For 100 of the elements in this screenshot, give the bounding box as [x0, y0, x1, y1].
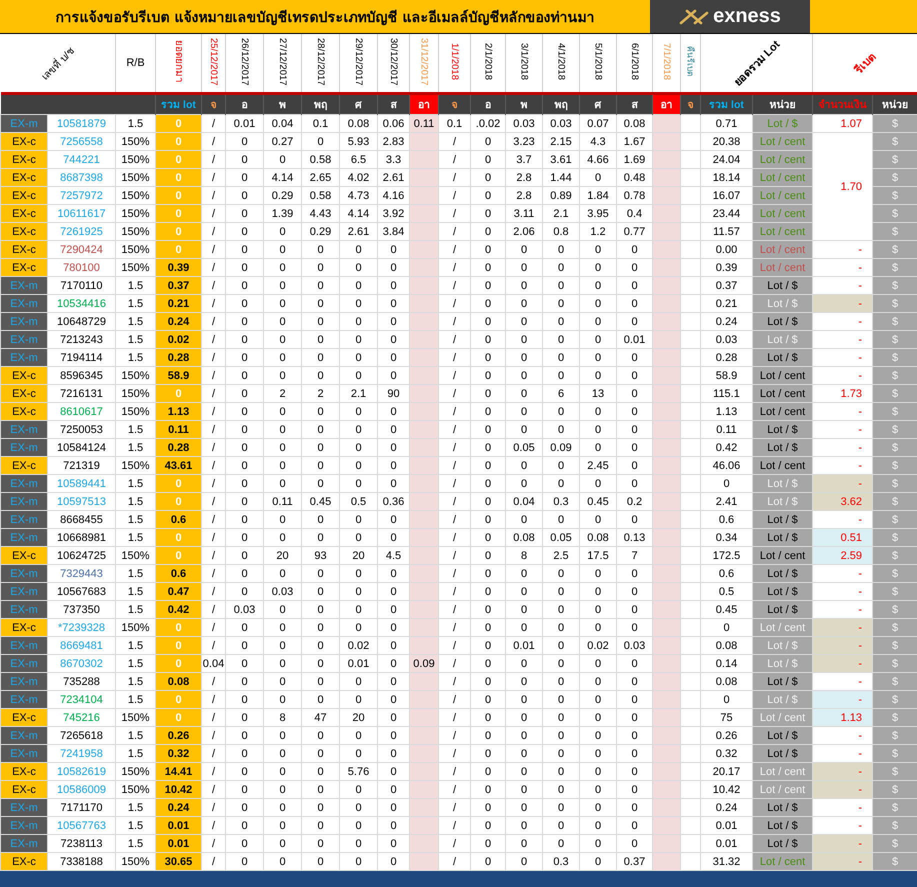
table-cell: 0: [580, 672, 616, 690]
currency-cell: $: [872, 492, 917, 510]
table-cell: 0: [226, 438, 264, 456]
table-cell: /: [202, 114, 226, 132]
table-cell: /: [438, 438, 470, 456]
table-cell: 5.93: [340, 132, 378, 150]
table-cell: 0.03: [506, 114, 542, 132]
currency-cell: $: [872, 114, 917, 132]
table-cell: [410, 222, 438, 240]
table-cell: [410, 582, 438, 600]
table-cell: [410, 690, 438, 708]
account-type-cell: EX-m: [0, 564, 48, 582]
table-cell: 0: [470, 636, 506, 654]
table-cell: 4.43: [302, 204, 340, 222]
table-cell: 2.5: [542, 546, 580, 564]
table-cell: 0.02: [340, 636, 378, 654]
table-cell: 0: [264, 474, 302, 492]
table-cell: 0: [580, 708, 616, 726]
account-type-cell: EX-m: [0, 816, 48, 834]
carried-lot-cell: 10.42: [156, 780, 202, 798]
account-number-cell: 7256558: [48, 132, 116, 150]
table-cell: 0: [226, 510, 264, 528]
table-cell: [680, 474, 700, 492]
currency-cell: $: [872, 312, 917, 330]
currency-cell: $: [872, 528, 917, 546]
currency-cell: $: [872, 186, 917, 204]
table-cell: /: [202, 420, 226, 438]
table-cell: 0: [470, 312, 506, 330]
account-type-cell: EX-m: [0, 312, 48, 330]
date-header: 31/12/2017: [418, 38, 430, 86]
table-cell: 3.7: [506, 150, 542, 168]
table-cell: 0: [226, 780, 264, 798]
table-cell: 0: [226, 762, 264, 780]
table-cell: 0.03: [264, 582, 302, 600]
currency-cell: $: [872, 816, 917, 834]
table-cell: [652, 132, 680, 150]
account-type-cell: EX-c: [0, 132, 48, 150]
table-cell: 0: [506, 474, 542, 492]
table-cell: /: [202, 798, 226, 816]
table-cell: 0: [226, 546, 264, 564]
table-cell: 0: [580, 366, 616, 384]
unit-cell: Lot / $: [752, 348, 813, 366]
table-cell: 0: [264, 600, 302, 618]
table-cell: [410, 294, 438, 312]
currency-cell: $: [872, 384, 917, 402]
table-cell: 0: [542, 636, 580, 654]
table-cell: 0: [470, 600, 506, 618]
table-cell: 0: [340, 798, 378, 816]
table-cell: 0: [302, 348, 340, 366]
table-cell: [652, 852, 680, 870]
account-type-cell: EX-m: [0, 798, 48, 816]
table-cell: /: [438, 690, 470, 708]
table-cell: /: [438, 276, 470, 294]
table-cell: 0: [470, 510, 506, 528]
table-cell: .0.02: [470, 114, 506, 132]
table-cell: [680, 114, 700, 132]
currency-cell: $: [872, 330, 917, 348]
rebate-amount-cell: -: [812, 510, 873, 528]
table-cell: /: [202, 132, 226, 150]
table-cell: /: [202, 780, 226, 798]
table-cell: [410, 366, 438, 384]
table-cell: 0: [264, 636, 302, 654]
table-cell: [410, 744, 438, 762]
table-cell: 0: [580, 834, 616, 852]
table-cell: 0: [302, 762, 340, 780]
table-cell: 0: [470, 258, 506, 276]
account-number-cell: 8596345: [48, 366, 116, 384]
account-type-cell: EX-c: [0, 456, 48, 474]
column-header: ยอดยกมา: [172, 40, 185, 83]
carried-lot-cell: 0.01: [156, 834, 202, 852]
table-cell: /: [438, 708, 470, 726]
rebate-amount-cell: -: [812, 294, 873, 312]
table-cell: [652, 528, 680, 546]
table-cell: 0: [506, 366, 542, 384]
table-cell: /: [202, 672, 226, 690]
table-cell: 0: [226, 402, 264, 420]
table-cell: 0: [340, 528, 378, 546]
account-number-cell: 7265618: [48, 726, 116, 744]
table-cell: 0: [542, 798, 580, 816]
carried-lot-cell: 0: [156, 168, 202, 186]
table-cell: 0: [542, 744, 580, 762]
table-cell: [652, 186, 680, 204]
table-cell: 0: [340, 312, 378, 330]
table-cell: [680, 276, 700, 294]
date-header: 27/12/2017: [277, 38, 288, 86]
table-cell: 0: [580, 402, 616, 420]
unit-cell: Lot / $: [752, 474, 813, 492]
table-cell: /: [438, 546, 470, 564]
table-cell: 0: [542, 834, 580, 852]
table-cell: /: [202, 312, 226, 330]
rebate-amount-cell: -: [812, 330, 873, 348]
unit-cell: Lot / cent: [752, 762, 813, 780]
table-cell: 3.95: [580, 204, 616, 222]
table-cell: 0: [542, 258, 580, 276]
table-cell: 0: [506, 510, 542, 528]
account-number-cell: 7290424: [48, 240, 116, 258]
table-cell: [652, 582, 680, 600]
table-cell: 0.58: [302, 186, 340, 204]
unit-cell: Lot / $: [752, 312, 813, 330]
table-cell: 0: [302, 456, 340, 474]
